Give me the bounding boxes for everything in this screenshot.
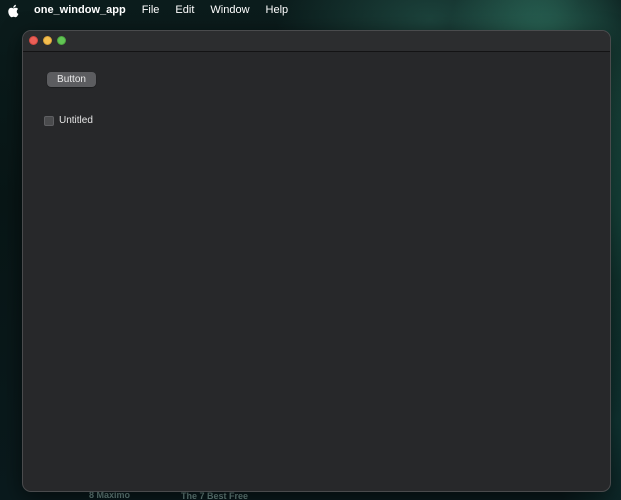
menu-bar: one_window_app File Edit Window Help [0, 0, 621, 21]
apple-logo-icon[interactable] [6, 4, 20, 18]
untitled-checkbox[interactable]: Untitled [44, 115, 93, 126]
app-window: Button Untitled [22, 30, 611, 492]
desktop-background-text: The 7 Best Free [181, 491, 249, 500]
checkbox-box[interactable] [44, 115, 54, 126]
zoom-window-button[interactable] [57, 36, 66, 45]
checkbox-label: Untitled [59, 115, 93, 126]
menu-file[interactable]: File [134, 0, 168, 21]
minimize-window-button[interactable] [43, 36, 52, 45]
menu-window[interactable]: Window [202, 0, 257, 21]
close-window-button[interactable] [29, 36, 38, 45]
menu-edit[interactable]: Edit [167, 0, 202, 21]
menu-app-name[interactable]: one_window_app [30, 0, 134, 21]
main-button[interactable]: Button [47, 72, 96, 87]
desktop-background: one_window_app File Edit Window Help 8 M… [0, 0, 621, 500]
window-content: Button Untitled [23, 52, 610, 491]
menu-help[interactable]: Help [258, 0, 297, 21]
window-titlebar[interactable] [23, 31, 610, 52]
